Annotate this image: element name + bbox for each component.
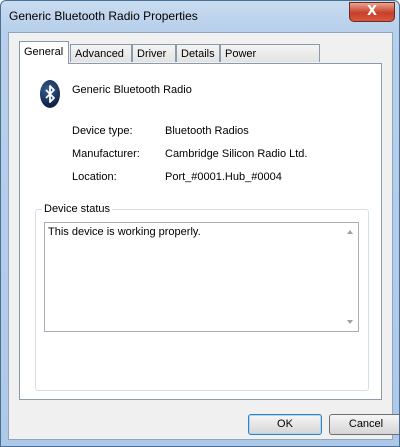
device-name: Generic Bluetooth Radio (72, 84, 192, 96)
cancel-button[interactable]: Cancel (329, 414, 399, 435)
status-scrollbar[interactable] (342, 223, 358, 331)
general-tab-panel: Generic Bluetooth Radio Device type: Blu… (19, 63, 382, 400)
dialog-client-area: General Advanced Driver Details Power Ma… (8, 32, 399, 440)
device-type-value: Bluetooth Radios (165, 125, 249, 137)
close-button[interactable]: X (349, 2, 395, 22)
tab-general[interactable]: General (19, 41, 69, 64)
properties-window: Generic Bluetooth Radio Properties X Gen… (0, 0, 400, 447)
device-status-group: Device status This device is working pro… (35, 203, 369, 391)
window-title: Generic Bluetooth Radio Properties (9, 9, 198, 23)
tab-driver[interactable]: Driver (132, 44, 176, 62)
location-value: Port_#0001.Hub_#0004 (165, 171, 282, 183)
device-status-text: This device is working properly. (48, 226, 201, 238)
ok-button[interactable]: OK (248, 414, 322, 435)
title-bar[interactable]: Generic Bluetooth Radio Properties X (1, 1, 399, 31)
location-label: Location: (72, 171, 117, 183)
tab-power-management[interactable]: Power Management (220, 44, 320, 78)
scroll-up-arrow-icon[interactable] (347, 230, 353, 234)
tab-details[interactable]: Details (176, 44, 220, 62)
device-type-label: Device type: (72, 125, 133, 137)
scroll-down-arrow-icon[interactable] (347, 320, 353, 324)
tab-advanced[interactable]: Advanced (70, 44, 132, 62)
device-status-textbox[interactable]: This device is working properly. (44, 222, 359, 332)
device-status-legend: Device status (42, 203, 113, 215)
manufacturer-value: Cambridge Silicon Radio Ltd. (165, 148, 308, 160)
bluetooth-icon (40, 80, 60, 108)
manufacturer-label: Manufacturer: (72, 148, 140, 160)
